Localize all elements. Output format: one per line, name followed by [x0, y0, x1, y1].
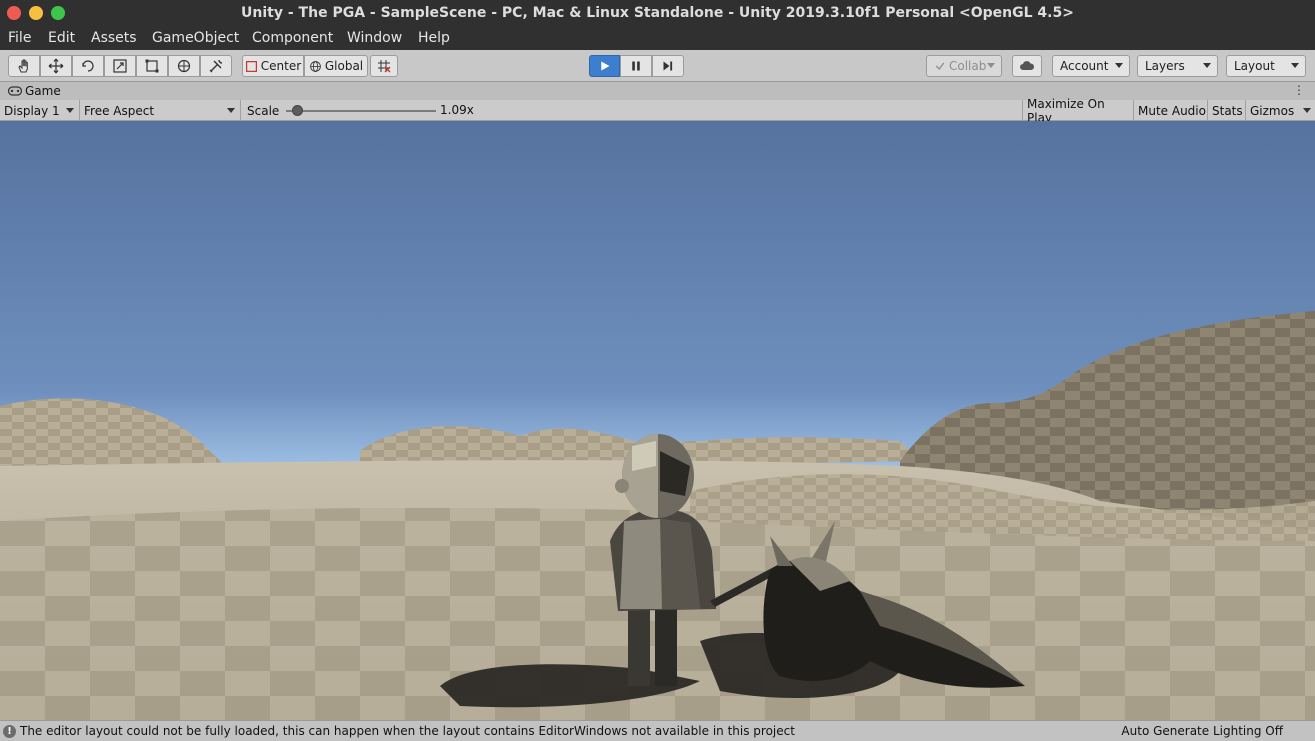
menu-component[interactable]: Component — [252, 30, 333, 46]
game-tab[interactable]: Game — [25, 84, 61, 98]
cloud-button[interactable] — [1012, 55, 1042, 77]
rotate-tool-button[interactable] — [72, 55, 104, 77]
collab-label: Collab — [949, 59, 987, 73]
pause-icon — [632, 61, 640, 71]
layout-dropdown[interactable]: Layout — [1226, 55, 1306, 77]
custom-tool-button[interactable] — [200, 55, 232, 77]
main-toolbar: Center Global Collab Account Layers Layo… — [0, 50, 1315, 82]
menu-file[interactable]: File — [8, 30, 31, 46]
move-tool-button[interactable] — [40, 55, 72, 77]
transform-tool-icon — [177, 59, 191, 73]
layers-label: Layers — [1145, 59, 1185, 73]
stats-label: Stats — [1212, 103, 1243, 118]
chevron-down-icon — [1303, 108, 1311, 113]
check-icon — [935, 62, 945, 71]
scale-tool-button[interactable] — [104, 55, 136, 77]
layout-label: Layout — [1234, 59, 1275, 73]
layers-dropdown[interactable]: Layers — [1137, 55, 1218, 77]
maximize-on-play-toggle[interactable]: Maximize On Play — [1023, 97, 1134, 125]
tab-menu-icon[interactable]: ⋮ — [1293, 83, 1305, 97]
scale-slider-thumb[interactable] — [292, 105, 303, 116]
pause-button[interactable] — [620, 55, 652, 77]
rotate-tool-icon — [82, 60, 94, 72]
status-bar: ! The editor layout could not be fully l… — [0, 720, 1315, 741]
window-title: Unity - The PGA - SampleScene - PC, Mac … — [241, 5, 1074, 21]
chevron-down-icon — [1291, 63, 1299, 68]
chevron-down-icon — [1203, 63, 1211, 68]
scale-value: 1.09x — [440, 103, 474, 117]
scale-slider-track[interactable] — [286, 110, 436, 112]
globe-icon — [310, 60, 321, 72]
info-icon: ! — [3, 725, 16, 738]
aspect-dropdown[interactable]: Free Aspect — [80, 100, 241, 121]
play-button[interactable] — [589, 55, 620, 77]
hand-tool-button[interactable] — [8, 55, 40, 77]
pivot-space-label: Global — [324, 59, 364, 73]
menu-edit[interactable]: Edit — [48, 30, 75, 46]
menu-window[interactable]: Window — [347, 30, 402, 46]
menu-bar: File Edit Assets GameObject Component Wi… — [0, 28, 1315, 50]
step-icon — [663, 61, 673, 71]
collab-dropdown[interactable]: Collab — [926, 55, 1002, 77]
gizmos-label: Gizmos — [1250, 103, 1295, 118]
custom-tool-icon — [209, 59, 223, 73]
account-dropdown[interactable]: Account — [1052, 55, 1130, 77]
grid-snap-icon — [378, 60, 391, 73]
pivot-mode-label: Center — [260, 59, 302, 73]
snap-settings-button[interactable] — [370, 55, 398, 77]
play-icon — [600, 61, 609, 71]
menu-assets[interactable]: Assets — [91, 30, 137, 46]
rect-tool-button[interactable] — [136, 55, 168, 77]
transform-tool-button[interactable] — [168, 55, 200, 77]
display-dropdown[interactable]: Display 1 — [0, 100, 80, 121]
chevron-down-icon — [987, 63, 995, 68]
scale-label: Scale — [247, 103, 280, 118]
lighting-status[interactable]: Auto Generate Lighting Off — [1121, 724, 1283, 738]
menu-help[interactable]: Help — [418, 30, 450, 46]
scale-tool-icon — [113, 59, 127, 73]
mute-audio-label: Mute Audio — [1138, 103, 1206, 118]
center-icon — [245, 60, 257, 72]
move-tool-icon — [48, 58, 64, 74]
stats-toggle[interactable]: Stats — [1208, 100, 1246, 121]
hand-tool-icon — [18, 59, 28, 73]
rect-tool-icon — [145, 59, 159, 73]
account-label: Account — [1060, 59, 1109, 73]
display-label: Display 1 — [4, 103, 60, 118]
menu-gameobject[interactable]: GameObject — [152, 30, 239, 46]
pivot-space-button[interactable]: Global — [304, 55, 368, 77]
cloud-icon — [1020, 61, 1035, 70]
mute-audio-toggle[interactable]: Mute Audio — [1134, 100, 1208, 121]
chevron-down-icon — [1115, 63, 1123, 68]
status-message[interactable]: The editor layout could not be fully loa… — [20, 724, 795, 738]
chevron-down-icon — [227, 108, 235, 113]
gamepad-icon — [8, 86, 22, 96]
game-view-controls: Display 1 Free Aspect Scale 1.09x Maximi… — [0, 97, 1315, 125]
window-title-bar: Unity - The PGA - SampleScene - PC, Mac … — [0, 0, 1315, 28]
gizmos-dropdown[interactable]: Gizmos — [1246, 100, 1315, 121]
aspect-label: Free Aspect — [84, 103, 155, 118]
pivot-mode-button[interactable]: Center — [242, 55, 304, 77]
chevron-down-icon — [66, 108, 74, 113]
step-button[interactable] — [652, 55, 684, 77]
game-scene — [0, 121, 1315, 720]
game-viewport[interactable] — [0, 121, 1315, 720]
